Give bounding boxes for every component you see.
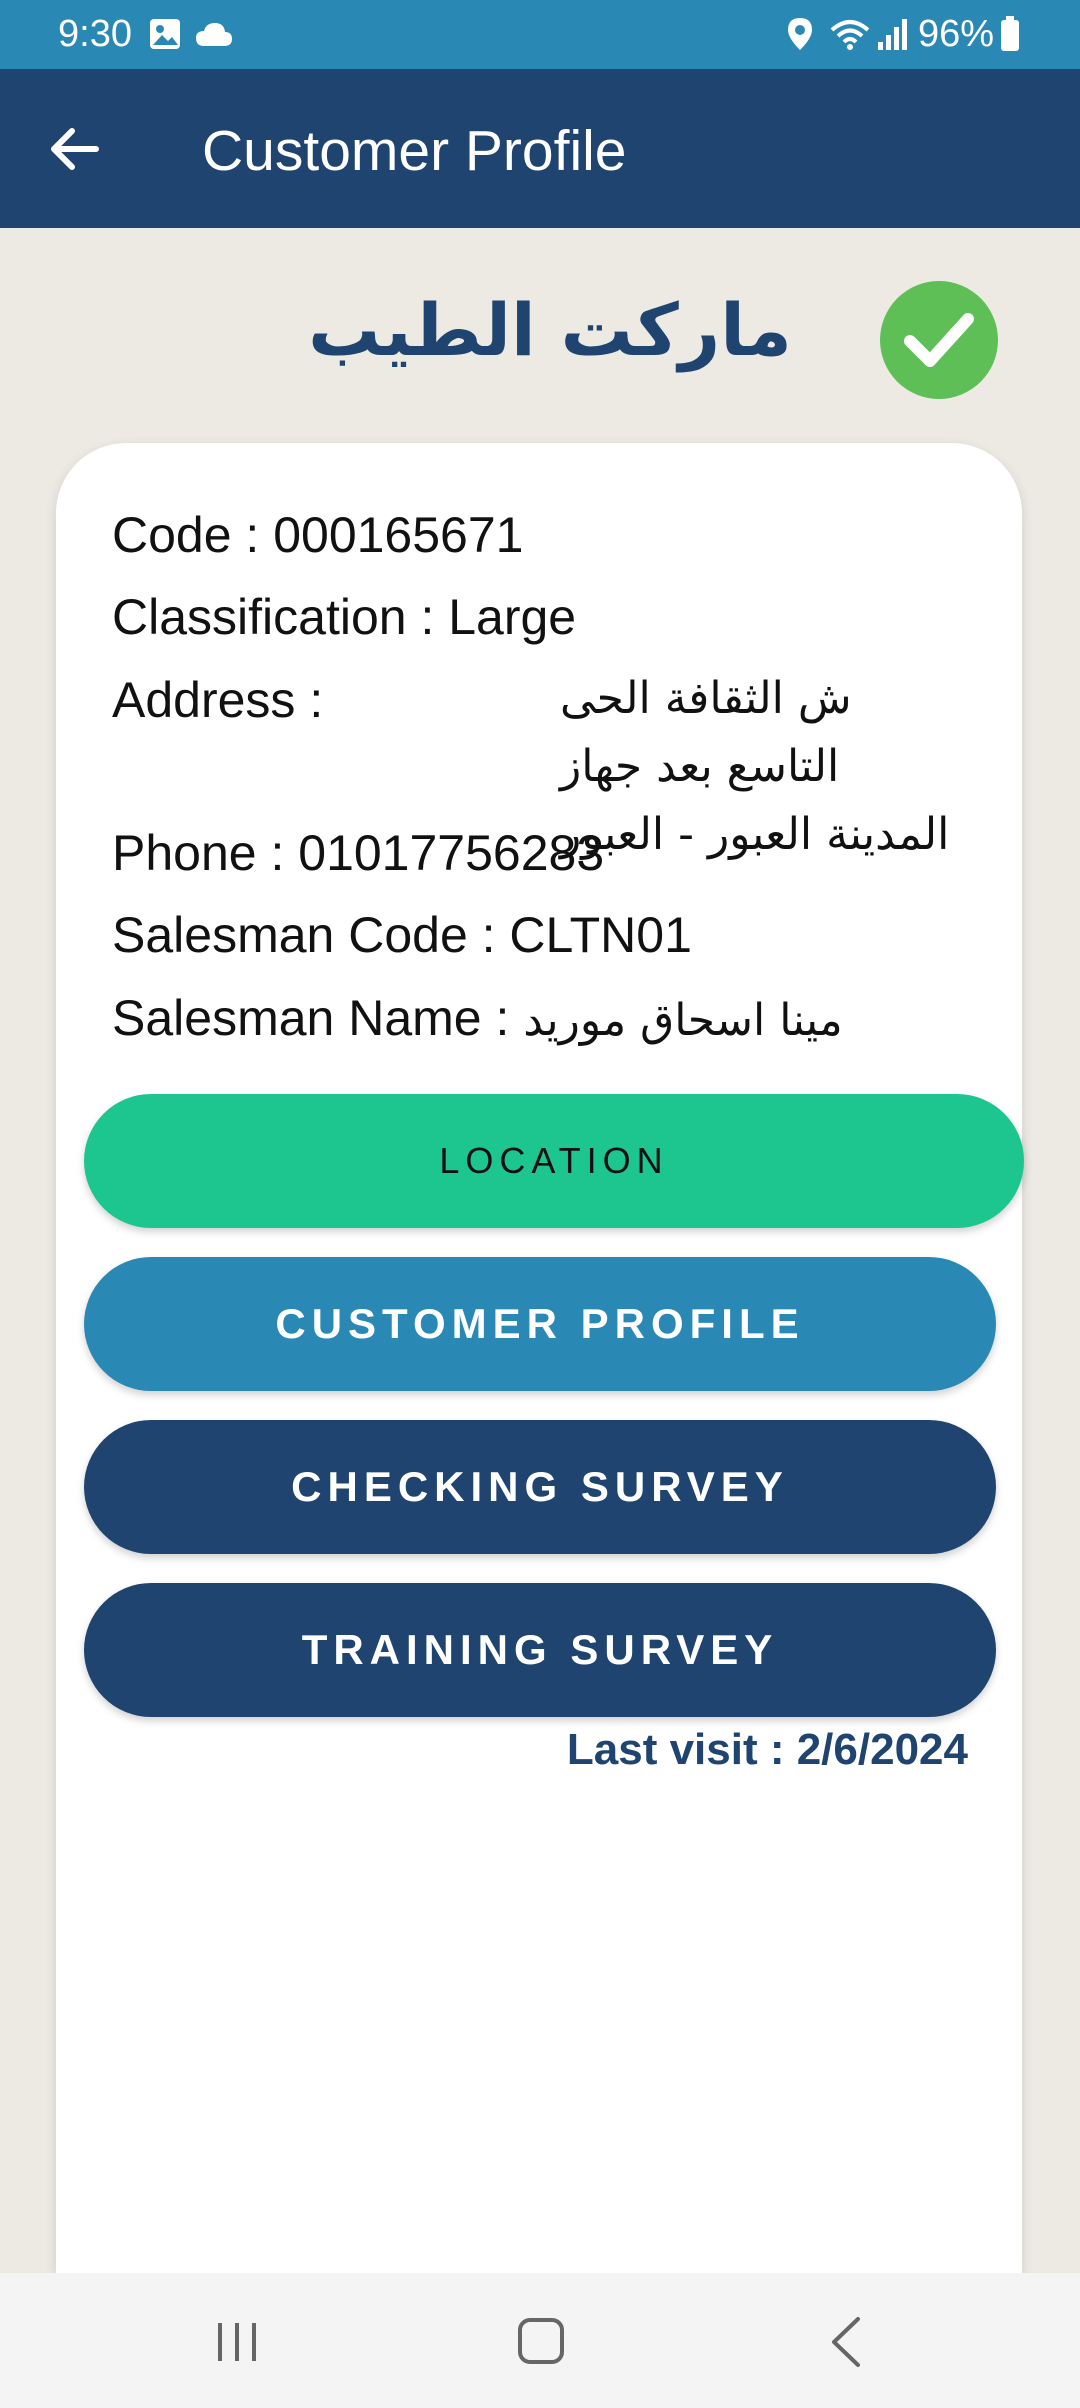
battery-percent: 96% — [918, 13, 995, 55]
status-bar: 9:30 96% — [0, 0, 1080, 69]
page-title: Customer Profile — [202, 119, 627, 183]
salesman-name-value: مينا اسحاق موريد — [523, 995, 843, 1046]
back-icon[interactable] — [826, 2313, 866, 2371]
address-label: Address : — [112, 672, 324, 728]
customer-profile-button[interactable]: CUSTOMER PROFILE — [84, 1257, 996, 1391]
customer-code: Code : 000165671 — [112, 507, 524, 563]
status-time: 9:30 — [58, 13, 132, 55]
checking-survey-button[interactable]: CHECKING SURVEY — [84, 1420, 996, 1554]
app-bar: Customer Profile — [0, 69, 1080, 228]
home-icon[interactable] — [516, 2315, 566, 2367]
store-name: ماركت الطيب — [308, 288, 792, 372]
recents-icon[interactable] — [212, 2317, 262, 2367]
salesman-name: Salesman Name : مينا اسحاق موريد — [112, 988, 843, 1051]
image-icon — [150, 19, 180, 49]
location-icon — [788, 18, 812, 50]
signal-icon — [878, 19, 907, 50]
customer-classification: Classification : Large — [112, 589, 577, 645]
training-survey-button[interactable]: TRAINING SURVEY — [84, 1583, 996, 1717]
salesman-name-label: Salesman Name : — [112, 990, 510, 1046]
system-nav-bar — [0, 2273, 1080, 2408]
cloud-icon — [196, 23, 232, 46]
wifi-icon — [830, 20, 870, 50]
last-visit: Last visit : 2/6/2024 — [566, 1725, 968, 1774]
arrow-left-icon[interactable] — [40, 113, 118, 185]
salesman-code: Salesman Code : CLTN01 — [112, 907, 692, 963]
location-button[interactable]: LOCATION — [84, 1094, 1024, 1228]
battery-icon — [1001, 16, 1019, 51]
customer-phone: Phone : 01017756283 — [112, 825, 605, 881]
address-value: ش الثقافة الحى التاسع بعد جهاز المدينة ا… — [560, 673, 950, 860]
check-circle-icon — [880, 281, 998, 399]
